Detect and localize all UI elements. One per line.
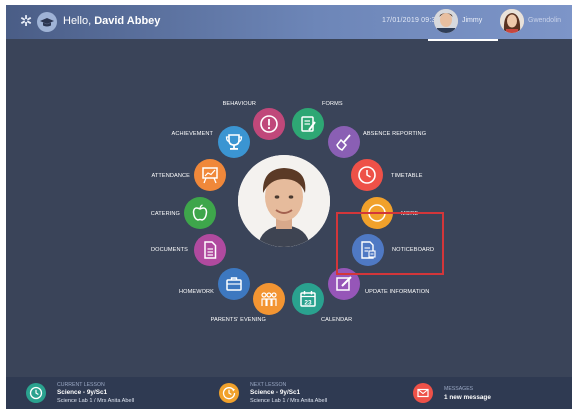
- timetable-button[interactable]: [351, 159, 383, 191]
- avatar: [500, 9, 524, 33]
- timetable-label: TIMETABLE: [391, 173, 423, 179]
- behaviour-label: BEHAVIOUR: [222, 101, 256, 107]
- next-lesson-subject: Science - 9y/Sc1: [250, 389, 301, 396]
- documents-button[interactable]: [194, 234, 226, 266]
- parents-evening-button[interactable]: [253, 283, 285, 315]
- user-name: David Abbey: [94, 15, 161, 27]
- child-name: Gwendolin: [528, 17, 562, 24]
- calendar-day: 23: [304, 300, 312, 307]
- attendance-button[interactable]: [194, 159, 226, 191]
- app-frame: ✲ Hello, David Abbey 17/01/2019 09:36 Ji…: [6, 5, 572, 409]
- behaviour-button[interactable]: [253, 108, 285, 140]
- active-child-indicator: [428, 39, 498, 41]
- homework-label: HOMEWORK: [179, 289, 214, 295]
- next-lesson-card[interactable]: [219, 383, 239, 403]
- child-switch-gwendolin[interactable]: Gwendolin: [500, 8, 562, 37]
- forms-label: FORMS: [322, 101, 343, 107]
- header-date: 17/01/2019 09:36: [382, 17, 440, 24]
- noticeboard-highlight-box: [336, 212, 444, 275]
- messages-title: MESSAGES: [444, 386, 474, 392]
- homework-button[interactable]: [218, 268, 250, 300]
- lesson-footer: CURRENT LESSON Science - 9y/Sc1 Science …: [6, 377, 572, 409]
- child-name: Jimmy: [462, 17, 483, 24]
- documents-label: DOCUMENTS: [151, 247, 188, 253]
- absence-reporting-label: ABSENCE REPORTING: [363, 131, 427, 137]
- update-information-label: UPDATE INFORMATION: [365, 289, 430, 295]
- achievement-button[interactable]: [218, 126, 250, 158]
- catering-label: CATERING: [150, 211, 180, 217]
- absence-reporting-button[interactable]: [328, 126, 360, 158]
- messages-card[interactable]: [413, 383, 433, 403]
- child-switch-jimmy[interactable]: Jimmy: [428, 8, 498, 41]
- current-lesson-card[interactable]: [26, 383, 46, 403]
- current-lesson-room: Science Lab 1 / Mrs Anita Abell: [57, 398, 135, 404]
- top-bar: ✲ Hello, David Abbey 17/01/2019 09:36 Ji…: [6, 5, 572, 41]
- messages-count: 1 new message: [444, 394, 491, 401]
- avatar: [434, 9, 458, 33]
- student-photo: [238, 155, 330, 247]
- current-lesson-subject: Science - 9y/Sc1: [57, 389, 108, 396]
- forms-button[interactable]: [292, 108, 324, 140]
- catering-button[interactable]: [184, 197, 216, 229]
- attendance-label: ATTENDANCE: [151, 173, 190, 179]
- next-lesson-room: Science Lab 1 / Mrs Anita Abell: [250, 398, 328, 404]
- current-lesson-title: CURRENT LESSON: [57, 382, 105, 388]
- parents-evening-label: PARENTS' EVENING: [210, 317, 266, 323]
- graduation-cap-icon: [37, 12, 57, 32]
- clock-icon: [29, 386, 43, 400]
- greeting-prefix: Hello,: [63, 15, 95, 27]
- achievement-label: ACHIEVEMENT: [171, 131, 213, 137]
- clock-next-icon: [222, 387, 236, 400]
- greeting: Hello, David Abbey: [63, 15, 160, 27]
- calendar-button[interactable]: 23: [292, 283, 324, 315]
- envelope-icon: [417, 388, 429, 398]
- next-lesson-title: NEXT LESSON: [250, 382, 287, 388]
- calendar-label: CALENDAR: [321, 317, 353, 323]
- gear-icon[interactable]: ✲: [18, 14, 34, 30]
